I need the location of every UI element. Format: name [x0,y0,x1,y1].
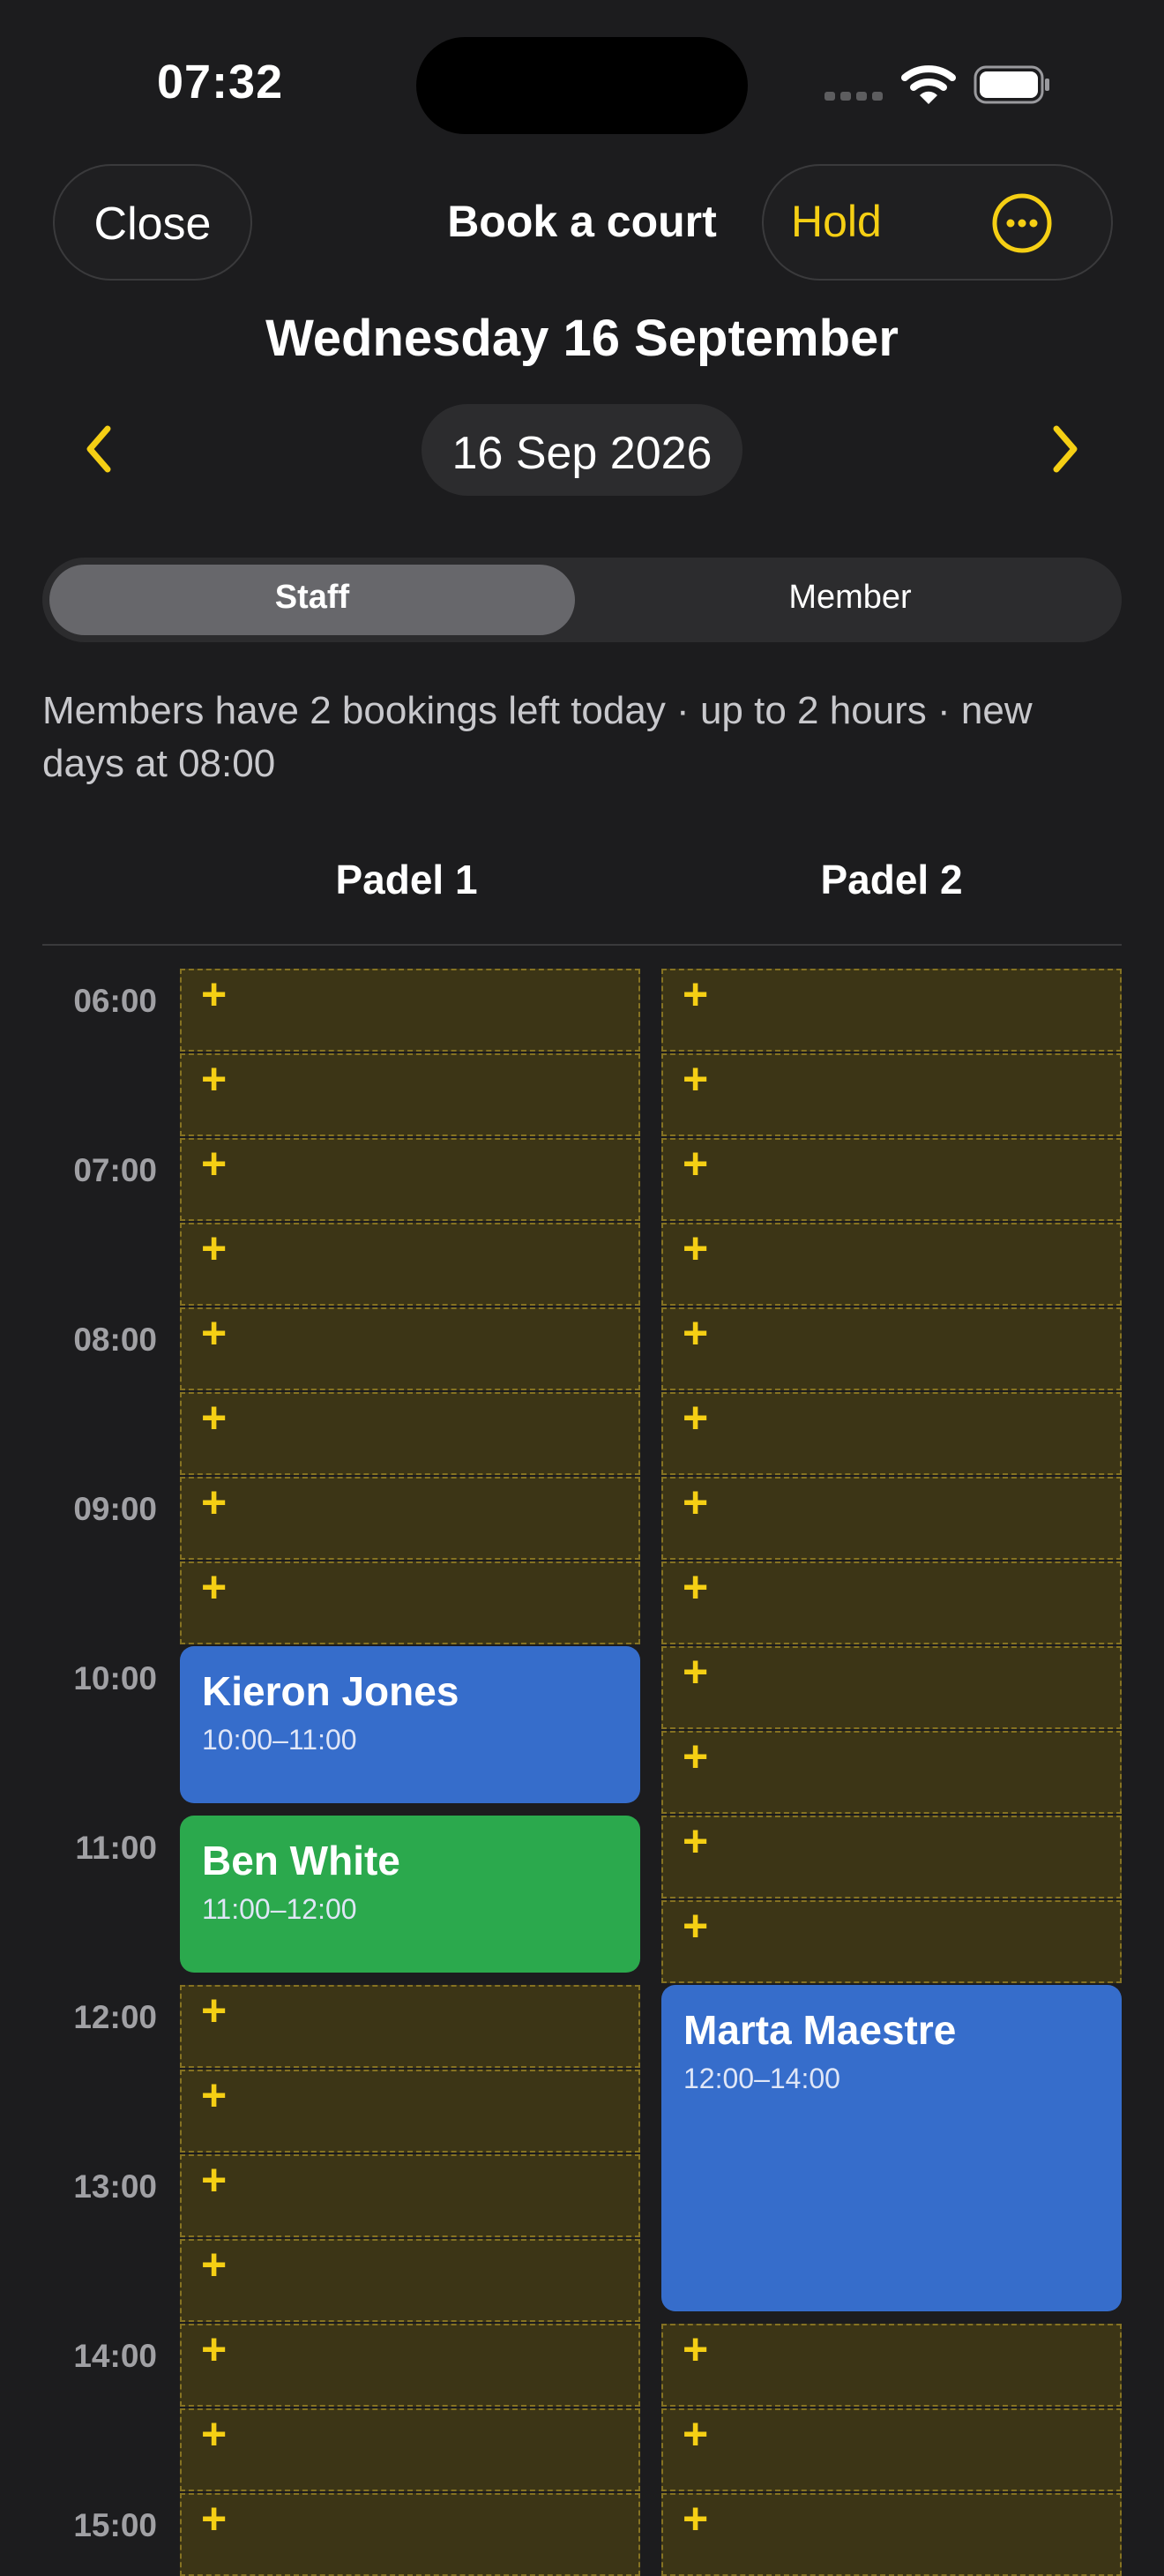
add-booking-plus-icon: + [201,2155,228,2205]
add-booking-plus-icon: + [201,2071,228,2120]
empty-slot[interactable]: + [180,969,640,1052]
add-booking-plus-icon: + [683,2494,709,2543]
empty-slot[interactable]: + [180,1053,640,1136]
booking-name: Ben White [202,1838,400,1883]
empty-slot[interactable]: + [661,2493,1122,2576]
empty-slot[interactable]: + [661,1900,1122,1983]
add-booking-plus-icon: + [683,970,709,1019]
booking-card[interactable]: Kieron Jones 10:00–11:00 [180,1646,640,1803]
empty-slot[interactable]: + [661,969,1122,1052]
empty-slot[interactable]: + [180,2239,640,2322]
add-booking-plus-icon: + [683,1732,709,1781]
empty-slot[interactable]: + [661,1138,1122,1221]
add-booking-plus-icon: + [201,1308,228,1358]
add-booking-plus-icon: + [201,1054,228,1104]
empty-slot[interactable]: + [661,1392,1122,1475]
add-booking-plus-icon: + [201,2494,228,2543]
add-booking-plus-icon: + [683,1393,709,1442]
empty-slot[interactable]: + [661,1816,1122,1898]
add-booking-plus-icon: + [683,1139,709,1188]
add-booking-plus-icon: + [201,970,228,1019]
empty-slot[interactable]: + [180,2324,640,2407]
add-booking-plus-icon: + [683,1478,709,1527]
add-booking-plus-icon: + [683,1816,709,1866]
empty-slot[interactable]: + [661,2408,1122,2491]
booking-time-range: 10:00–11:00 [202,1724,357,1756]
empty-slot[interactable]: + [661,1646,1122,1729]
empty-slot[interactable]: + [180,2408,640,2491]
add-booking-plus-icon: + [201,2325,228,2374]
add-booking-plus-icon: + [201,1562,228,1612]
empty-slot[interactable]: + [661,1477,1122,1560]
booking-name: Kieron Jones [202,1668,459,1714]
add-booking-plus-icon: + [683,1224,709,1273]
booking-card[interactable]: Marta Maestre 12:00–14:00 [661,1985,1122,2311]
add-booking-plus-icon: + [201,1393,228,1442]
add-booking-plus-icon: + [201,2240,228,2289]
add-booking-plus-icon: + [201,2409,228,2459]
add-booking-plus-icon: + [201,1224,228,1273]
empty-slot[interactable]: + [661,1307,1122,1390]
empty-slot[interactable]: + [180,1307,640,1390]
add-booking-plus-icon: + [683,2409,709,2459]
empty-slot[interactable]: + [661,2324,1122,2407]
empty-slot[interactable]: + [180,1985,640,2068]
add-booking-plus-icon: + [201,1139,228,1188]
add-booking-plus-icon: + [683,1308,709,1358]
add-booking-plus-icon: + [683,1054,709,1104]
empty-slot[interactable]: + [180,1223,640,1306]
empty-slot[interactable]: + [661,1561,1122,1644]
add-booking-plus-icon: + [683,1647,709,1696]
empty-slot[interactable]: + [661,1223,1122,1306]
add-booking-plus-icon: + [683,2325,709,2374]
empty-slot[interactable]: + [661,1731,1122,1814]
add-booking-plus-icon: + [201,1478,228,1527]
empty-slot[interactable]: + [180,1561,640,1644]
empty-slot[interactable]: + [180,1477,640,1560]
empty-slot[interactable]: + [661,1053,1122,1136]
booking-time-range: 12:00–14:00 [683,2063,840,2094]
empty-slot[interactable]: + [180,1138,640,1221]
add-booking-plus-icon: + [201,1986,228,2035]
add-booking-plus-icon: + [683,1901,709,1951]
empty-slot[interactable]: + [180,2493,640,2576]
add-booking-plus-icon: + [683,1562,709,1612]
booking-card[interactable]: Ben White 11:00–12:00 [180,1816,640,1973]
booking-time-range: 11:00–12:00 [202,1893,357,1925]
empty-slot[interactable]: + [180,1392,640,1475]
empty-slot[interactable]: + [180,2154,640,2237]
empty-slot[interactable]: + [180,2070,640,2153]
booking-name: Marta Maestre [683,2007,957,2053]
